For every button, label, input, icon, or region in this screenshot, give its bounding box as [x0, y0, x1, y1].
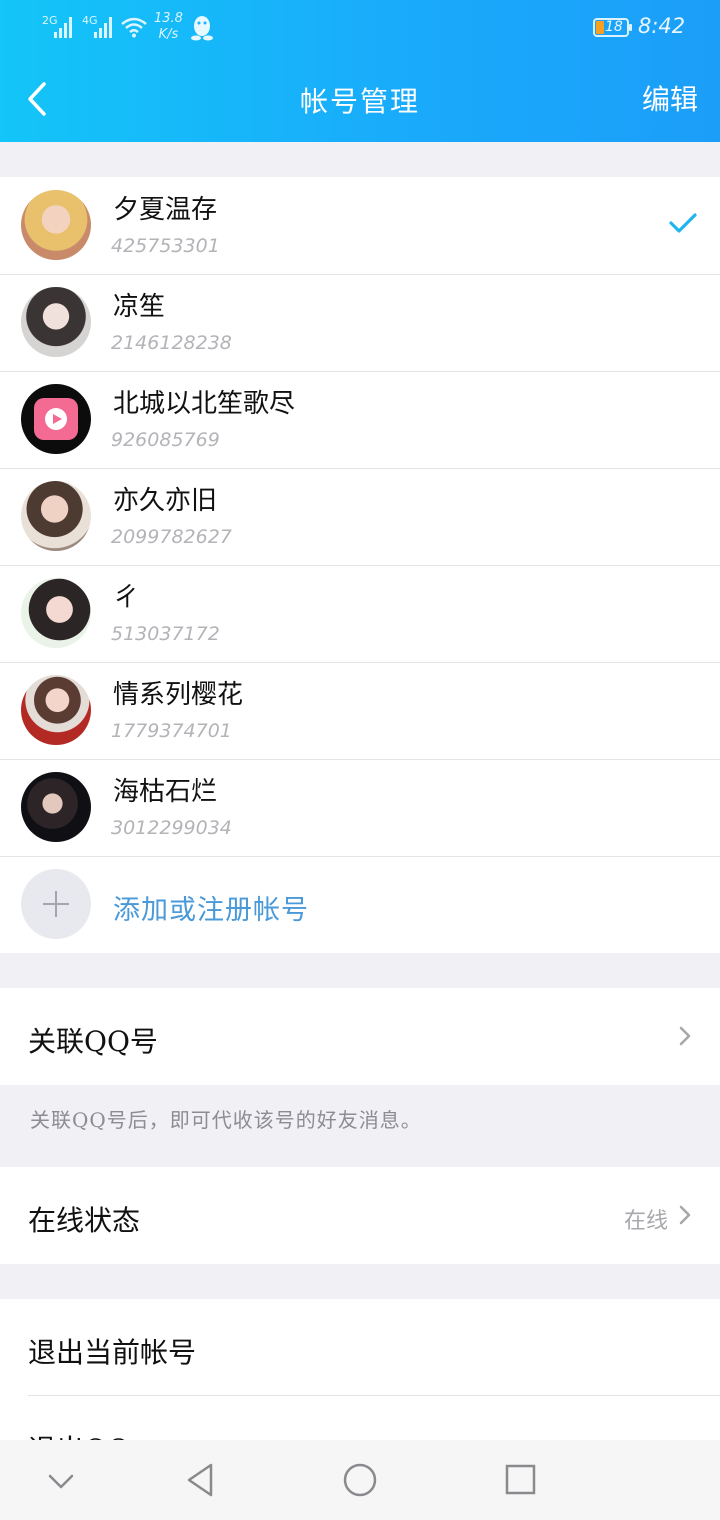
- collapse-chevron-icon[interactable]: [46, 1462, 76, 1498]
- logout-group: 退出当前帐号 退出QQ: [0, 1299, 720, 1440]
- selected-check-icon: [669, 213, 697, 233]
- account-nickname: 情系列樱花: [113, 680, 244, 710]
- logout-qq-label: 退出QQ: [28, 1428, 130, 1440]
- link-qq-label: 关联QQ号: [28, 1025, 158, 1058]
- chevron-right-icon: [679, 1205, 691, 1225]
- logout-current-label: 退出当前帐号: [28, 1336, 197, 1369]
- account-qq-number: 2099782627: [111, 526, 232, 548]
- avatar: [21, 384, 91, 454]
- avatar: [21, 287, 91, 357]
- avatar: [21, 578, 91, 648]
- account-row[interactable]: 亦久亦旧 2099782627: [0, 468, 720, 565]
- account-row[interactable]: 海枯石烂 3012299034: [0, 759, 720, 856]
- title-bar: 2G 4G 13.8 K/s 18 8:42 帐号管理 编辑: [0, 0, 720, 142]
- account-nickname: 海枯石烂: [113, 777, 218, 807]
- account-nickname: 亦久亦旧: [113, 486, 218, 516]
- account-row[interactable]: 夕夏温存 425753301: [0, 177, 720, 274]
- account-nickname: 凉笙: [113, 292, 166, 322]
- account-row[interactable]: 情系列樱花 1779374701: [0, 662, 720, 759]
- nav-back-icon[interactable]: [184, 1462, 216, 1498]
- status-bar: 2G 4G 13.8 K/s 18 8:42: [0, 0, 720, 56]
- account-qq-number: 425753301: [111, 235, 220, 257]
- nav-home-icon[interactable]: [342, 1462, 378, 1498]
- speed-value: 13.8: [154, 11, 183, 26]
- battery-icon: 18: [593, 18, 632, 37]
- plus-icon: [21, 869, 91, 939]
- sim1-signal-icon: [54, 16, 76, 38]
- qq-penguin-icon: [191, 16, 213, 41]
- account-qq-number: 926085769: [111, 429, 220, 451]
- logout-current-cell[interactable]: 退出当前帐号: [0, 1299, 720, 1396]
- add-account-link[interactable]: 添加或注册帐号: [113, 888, 309, 927]
- account-row[interactable]: 北城以北笙歌尽 926085769: [0, 371, 720, 468]
- account-row[interactable]: 凉笙 2146128238: [0, 274, 720, 371]
- online-status-label: 在线状态: [28, 1204, 141, 1237]
- account-qq-number: 2146128238: [111, 332, 232, 354]
- account-qq-number: 1779374701: [111, 720, 232, 742]
- wifi-icon: [121, 17, 147, 38]
- chevron-right-icon: [679, 1026, 691, 1046]
- account-qq-number: 3012299034: [111, 817, 232, 839]
- link-qq-cell[interactable]: 关联QQ号: [0, 988, 720, 1085]
- avatar: [21, 772, 91, 842]
- speed-unit: K/s: [158, 27, 179, 42]
- account-list: 夕夏温存 425753301 凉笙 2146128238 北城以北笙歌尽 926…: [0, 177, 720, 953]
- edit-button[interactable]: 编辑: [642, 78, 698, 118]
- network-speed: 13.8 K/s: [154, 11, 183, 43]
- battery-level: 18: [605, 19, 623, 35]
- avatar: [21, 675, 91, 745]
- account-nickname: 夕夏温存: [113, 195, 218, 225]
- sim2-signal-icon: [94, 16, 116, 38]
- page-title: 帐号管理: [299, 85, 420, 118]
- avatar: [21, 190, 91, 260]
- nav-recents-icon[interactable]: [504, 1462, 536, 1498]
- online-status-value: 在线: [623, 1209, 668, 1234]
- account-row[interactable]: ㄔ 513037172: [0, 565, 720, 662]
- online-status-cell[interactable]: 在线状态 在线: [0, 1167, 720, 1264]
- logout-qq-cell[interactable]: 退出QQ: [0, 1396, 720, 1440]
- system-nav-bar: [0, 1440, 720, 1520]
- account-nickname: 北城以北笙歌尽: [113, 389, 296, 419]
- link-qq-hint: 关联QQ号后，即可代收该号的好友消息。: [30, 1108, 422, 1132]
- avatar: [21, 481, 91, 551]
- account-qq-number: 513037172: [111, 623, 220, 645]
- add-account-row[interactable]: 添加或注册帐号: [0, 856, 720, 953]
- status-time: 8:42: [638, 14, 686, 38]
- account-nickname: ㄔ: [113, 583, 140, 613]
